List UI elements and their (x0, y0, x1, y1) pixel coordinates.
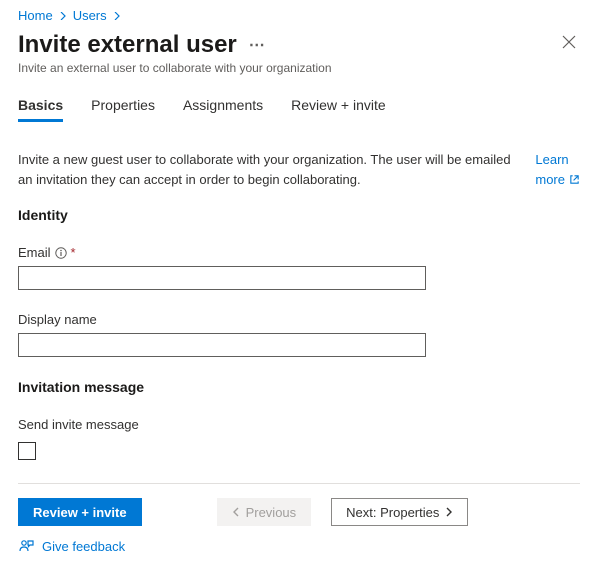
give-feedback-label: Give feedback (42, 539, 125, 554)
tab-bar: Basics Properties Assignments Review + i… (18, 97, 580, 122)
send-invite-checkbox[interactable] (18, 442, 36, 460)
give-feedback-link[interactable]: Give feedback (18, 538, 125, 554)
info-icon[interactable] (55, 247, 67, 259)
send-invite-label: Send invite message (18, 417, 139, 432)
email-label: Email (18, 245, 51, 260)
tab-basics[interactable]: Basics (18, 97, 63, 122)
chevron-right-icon (445, 507, 453, 517)
feedback-icon (18, 538, 34, 554)
footer-divider (18, 483, 580, 484)
previous-button-label: Previous (246, 505, 297, 520)
breadcrumb-home[interactable]: Home (18, 8, 53, 23)
invitation-message-heading: Invitation message (18, 379, 580, 395)
breadcrumb-users[interactable]: Users (73, 8, 107, 23)
review-invite-button[interactable]: Review + invite (18, 498, 142, 526)
chevron-right-icon (113, 12, 121, 20)
learn-more-text-top: Learn (535, 150, 568, 170)
external-link-icon (569, 174, 580, 185)
previous-button: Previous (217, 498, 312, 526)
display-name-field[interactable] (18, 333, 426, 357)
next-button[interactable]: Next: Properties (331, 498, 468, 526)
chevron-right-icon (59, 12, 67, 20)
page-title-text: Invite external user (18, 31, 237, 59)
breadcrumb: Home Users (18, 8, 580, 23)
description-text: Invite a new guest user to collaborate w… (18, 150, 519, 189)
required-indicator: * (71, 245, 76, 260)
tab-review-invite[interactable]: Review + invite (291, 97, 386, 122)
more-actions-button[interactable]: ⋯ (249, 35, 267, 55)
tab-properties[interactable]: Properties (91, 97, 155, 122)
learn-more-link[interactable]: Learn more (535, 150, 580, 189)
page-title: Invite external user ⋯ (18, 31, 332, 59)
chevron-left-icon (232, 507, 240, 517)
close-button[interactable] (558, 31, 580, 53)
tab-assignments[interactable]: Assignments (183, 97, 263, 122)
display-name-label: Display name (18, 312, 97, 327)
learn-more-text-bottom: more (535, 170, 565, 190)
identity-heading: Identity (18, 207, 580, 223)
next-button-label: Next: Properties (346, 505, 439, 520)
email-field[interactable] (18, 266, 426, 290)
page-subtitle: Invite an external user to collaborate w… (18, 61, 332, 75)
